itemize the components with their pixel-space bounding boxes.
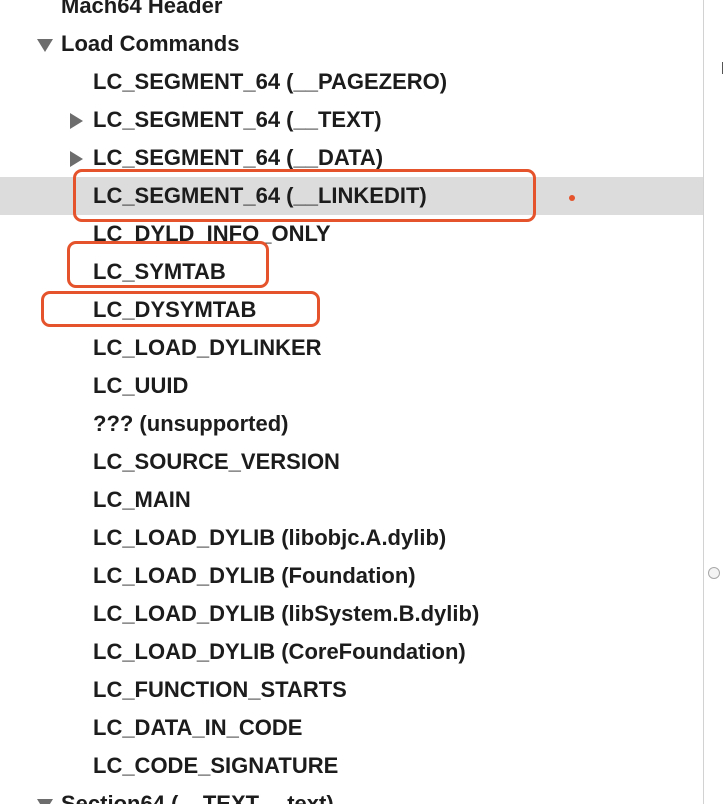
tree-row-label: LC_LOAD_DYLINKER: [93, 335, 322, 360]
vertical-scrollbar[interactable]: [703, 0, 728, 804]
tree-row-label: ??? (unsupported): [93, 411, 289, 436]
tree-row[interactable]: LC_FUNCTION_STARTS: [0, 671, 703, 709]
load-commands-tree[interactable]: Mach64 Header Load Commands LC_SEGMENT_64 …: [0, 0, 703, 804]
tree-row-label: LC_UUID: [93, 373, 189, 398]
tree-row-label: LC_LOAD_DYLIB (libSystem.B.dylib): [93, 601, 480, 626]
tree-row[interactable]: LC_LOAD_DYLIB (libSystem.B.dylib): [0, 595, 703, 633]
tree-row[interactable]: LC_SOURCE_VERSION: [0, 443, 703, 481]
tree-row[interactable]: LC_LOAD_DYLIB (Foundation): [0, 557, 703, 595]
tree-row-label: LC_LOAD_DYLIB (libobjc.A.dylib): [93, 525, 447, 550]
tree-row-label: Section64 (__TEXT,__text): [61, 791, 334, 804]
tree-row-label: LC_SEGMENT_64 (__PAGEZERO): [93, 69, 448, 94]
tree-row-label: Mach64 Header: [61, 0, 223, 18]
tree-row[interactable]: ??? (unsupported): [0, 405, 703, 443]
scroll-knob[interactable]: [708, 567, 720, 579]
tree-row-label: LC_SYMTAB: [93, 259, 226, 284]
tree-row-label: LC_DATA_IN_CODE: [93, 715, 303, 740]
tree-row-label: LC_SEGMENT_64 (__TEXT): [93, 107, 382, 132]
tree-row-label: Load Commands: [61, 31, 240, 56]
disclosure-triangle-right-icon[interactable]: [70, 113, 83, 129]
tree-row[interactable]: LC_MAIN: [0, 481, 703, 519]
tree-row[interactable]: LC_LOAD_DYLINKER: [0, 329, 703, 367]
tree-row-label: LC_DYSYMTAB: [93, 297, 257, 322]
tree-row-label: LC_CODE_SIGNATURE: [93, 753, 339, 778]
tree-row[interactable]: Mach64 Header: [0, 0, 703, 25]
annotation-dot: [569, 195, 575, 201]
tree-row[interactable]: Load Commands: [0, 25, 703, 63]
tree-row[interactable]: LC_DYLD_INFO_ONLY: [0, 215, 703, 253]
tree-row-label: LC_SOURCE_VERSION: [93, 449, 340, 474]
tree-row[interactable]: LC_SEGMENT_64 (__LINKEDIT): [0, 177, 703, 215]
tree-row[interactable]: LC_UUID: [0, 367, 703, 405]
tree-row-label: LC_LOAD_DYLIB (CoreFoundation): [93, 639, 466, 664]
tree-row[interactable]: LC_LOAD_DYLIB (CoreFoundation): [0, 633, 703, 671]
tree-row-label: LC_LOAD_DYLIB (Foundation): [93, 563, 416, 588]
edge-mark: [722, 62, 723, 74]
tree-row[interactable]: LC_LOAD_DYLIB (libobjc.A.dylib): [0, 519, 703, 557]
tree-row[interactable]: LC_SEGMENT_64 (__PAGEZERO): [0, 63, 703, 101]
tree-row-label: LC_FUNCTION_STARTS: [93, 677, 347, 702]
tree-row[interactable]: LC_SEGMENT_64 (__DATA): [0, 139, 703, 177]
tree-row[interactable]: LC_SYMTAB: [0, 253, 703, 291]
tree-row-label: LC_DYLD_INFO_ONLY: [93, 221, 331, 246]
tree-row-label: LC_SEGMENT_64 (__LINKEDIT): [93, 183, 427, 208]
disclosure-triangle-down-icon[interactable]: [37, 39, 53, 52]
disclosure-triangle-down-icon[interactable]: [37, 799, 53, 804]
tree-row-label: LC_SEGMENT_64 (__DATA): [93, 145, 384, 170]
tree-row[interactable]: LC_DATA_IN_CODE: [0, 709, 703, 747]
disclosure-triangle-right-icon[interactable]: [70, 151, 83, 167]
tree-row[interactable]: LC_CODE_SIGNATURE: [0, 747, 703, 785]
tree-row[interactable]: LC_SEGMENT_64 (__TEXT): [0, 101, 703, 139]
tree-row[interactable]: Section64 (__TEXT,__text): [0, 785, 703, 804]
tree-row[interactable]: LC_DYSYMTAB: [0, 291, 703, 329]
tree-row-label: LC_MAIN: [93, 487, 191, 512]
